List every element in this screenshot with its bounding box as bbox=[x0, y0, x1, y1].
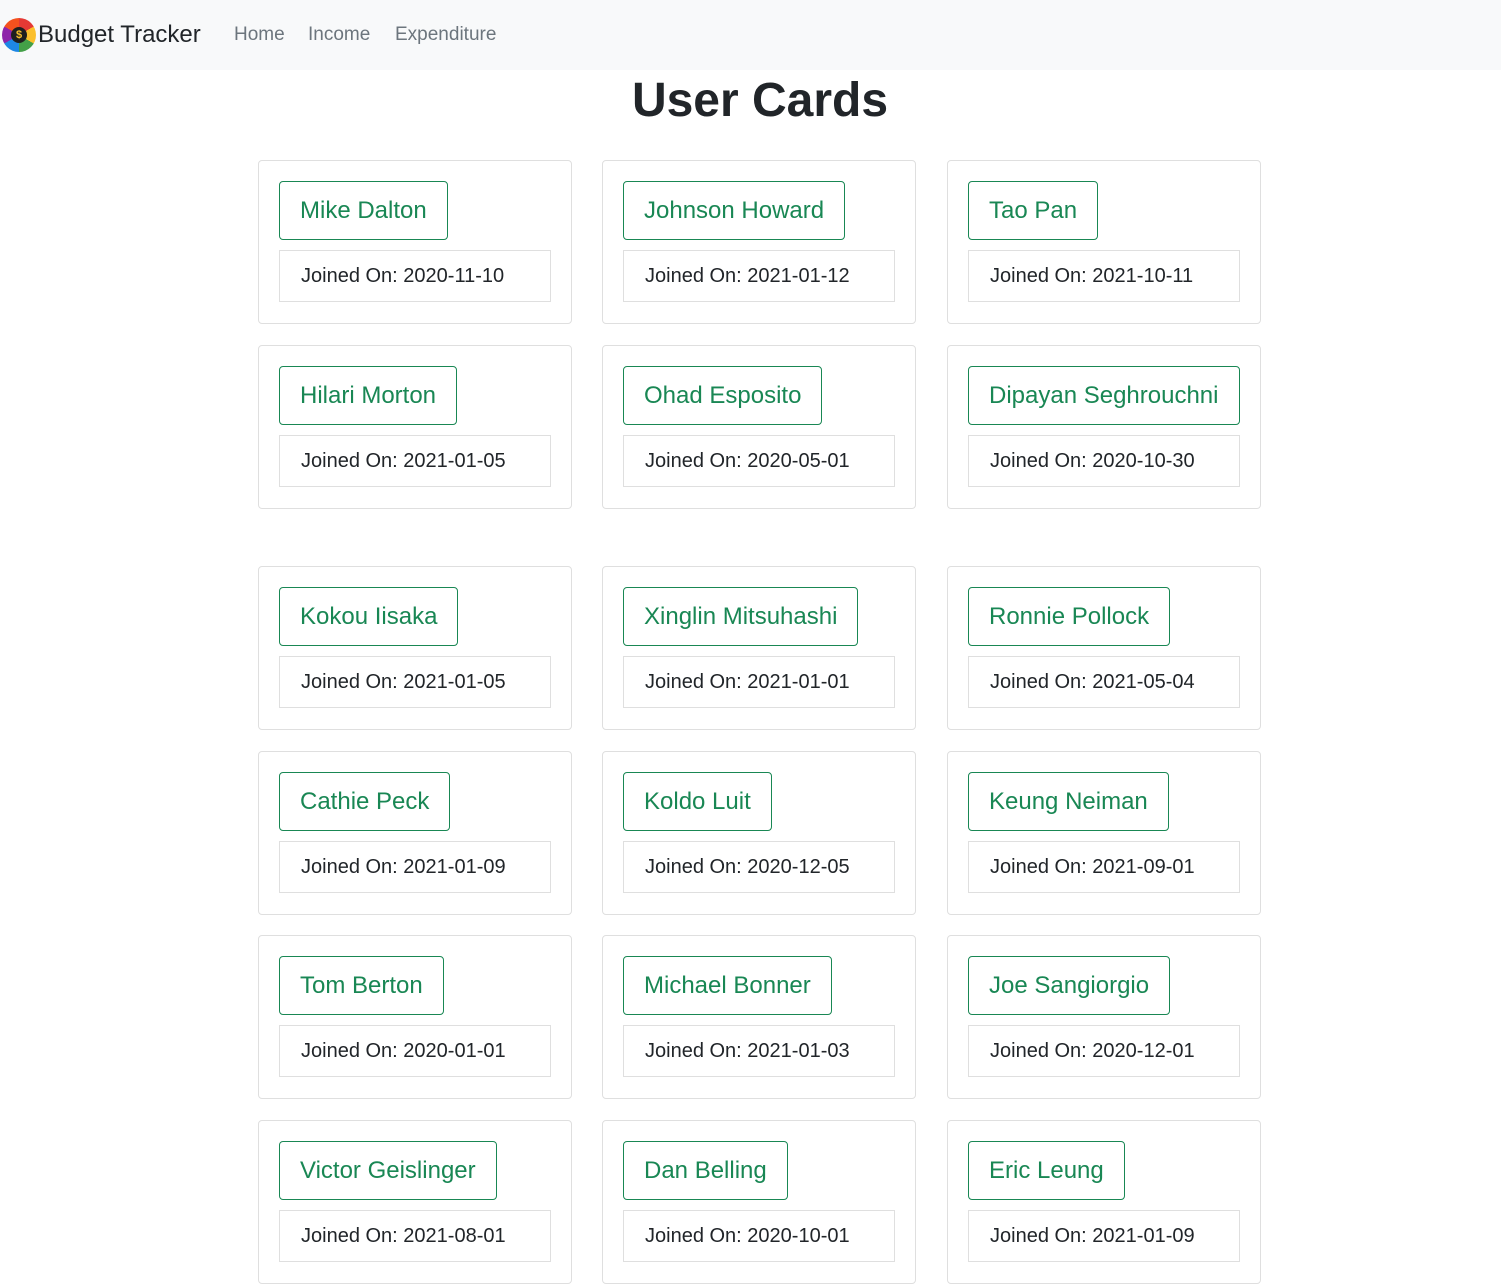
joined-date-value: 2021-01-05 bbox=[403, 671, 506, 693]
joined-date-value: 2020-05-01 bbox=[747, 450, 850, 472]
user-name-button[interactable]: Ronnie Pollock bbox=[968, 587, 1171, 646]
joined-label: Joined On: bbox=[990, 856, 1093, 878]
joined-label: Joined On: bbox=[645, 671, 748, 693]
joined-date: Joined On: 2020-12-05 bbox=[623, 841, 895, 893]
user-name-button[interactable]: Hilari Morton bbox=[279, 366, 458, 425]
joined-date-value: 2021-01-09 bbox=[403, 856, 506, 878]
joined-label: Joined On: bbox=[990, 671, 1093, 693]
user-name-button[interactable]: Johnson Howard bbox=[623, 181, 846, 240]
user-card: Joe Sangiorgio Joined On: 2020-12-01 bbox=[947, 935, 1261, 1099]
joined-date-value: 2021-01-09 bbox=[1092, 1225, 1195, 1247]
joined-label: Joined On: bbox=[645, 1225, 748, 1247]
brand-name: Budget Tracker bbox=[38, 21, 201, 48]
joined-label: Joined On: bbox=[301, 1040, 404, 1062]
nav-link-expenditure[interactable]: Expenditure bbox=[395, 22, 496, 48]
user-name-button[interactable]: Cathie Peck bbox=[279, 772, 451, 831]
user-card: Ronnie Pollock Joined On: 2021-05-04 bbox=[947, 566, 1261, 730]
user-name-button[interactable]: Tom Berton bbox=[279, 956, 444, 1015]
joined-date: Joined On: 2021-01-01 bbox=[623, 656, 895, 708]
joined-label: Joined On: bbox=[645, 450, 748, 472]
user-name-button[interactable]: Eric Leung bbox=[968, 1141, 1125, 1200]
user-name-button[interactable]: Joe Sangiorgio bbox=[968, 956, 1171, 1015]
user-card: Victor Geislinger Joined On: 2021-08-01 bbox=[258, 1120, 572, 1284]
user-name-button[interactable]: Mike Dalton bbox=[279, 181, 448, 240]
joined-date-value: 2021-01-03 bbox=[747, 1040, 850, 1062]
joined-date: Joined On: 2021-01-03 bbox=[623, 1025, 895, 1077]
joined-date: Joined On: 2021-01-05 bbox=[279, 656, 551, 708]
user-card: Cathie Peck Joined On: 2021-01-09 bbox=[258, 751, 572, 915]
joined-date-value: 2020-12-05 bbox=[747, 856, 850, 878]
user-name-button[interactable]: Keung Neiman bbox=[968, 772, 1169, 831]
joined-date: Joined On: 2020-12-01 bbox=[968, 1025, 1240, 1077]
user-card: Xinglin Mitsuhashi Joined On: 2021-01-01 bbox=[602, 566, 916, 730]
user-name-button[interactable]: Xinglin Mitsuhashi bbox=[623, 587, 859, 646]
joined-label: Joined On: bbox=[990, 265, 1093, 287]
joined-date-value: 2021-09-01 bbox=[1092, 856, 1195, 878]
joined-date-value: 2021-10-11 bbox=[1092, 265, 1194, 287]
user-card: Tao Pan Joined On: 2021-10-11 bbox=[947, 160, 1261, 324]
dollar-icon: $ bbox=[11, 27, 27, 43]
joined-date: Joined On: 2020-11-10 bbox=[279, 250, 551, 302]
user-name-button[interactable]: Koldo Luit bbox=[623, 772, 772, 831]
joined-label: Joined On: bbox=[301, 450, 404, 472]
budget-logo-icon: $ bbox=[2, 18, 36, 52]
user-name-button[interactable]: Kokou Iisaka bbox=[279, 587, 459, 646]
joined-date: Joined On: 2021-05-04 bbox=[968, 656, 1240, 708]
user-card: Koldo Luit Joined On: 2020-12-05 bbox=[602, 751, 916, 915]
joined-date: Joined On: 2020-10-30 bbox=[968, 435, 1240, 487]
joined-label: Joined On: bbox=[990, 450, 1093, 472]
user-name-button[interactable]: Dan Belling bbox=[623, 1141, 788, 1200]
joined-date: Joined On: 2021-01-09 bbox=[279, 841, 551, 893]
joined-date: Joined On: 2021-01-09 bbox=[968, 1210, 1240, 1262]
joined-date: Joined On: 2020-05-01 bbox=[623, 435, 895, 487]
navbar: $ Budget Tracker Home Income Expenditure bbox=[0, 0, 1501, 70]
nav-link-home[interactable]: Home bbox=[234, 22, 285, 48]
user-card: Dan Belling Joined On: 2020-10-01 bbox=[602, 1120, 916, 1284]
joined-date-value: 2021-01-01 bbox=[747, 671, 850, 693]
joined-label: Joined On: bbox=[301, 1225, 404, 1247]
brand-link[interactable]: $ Budget Tracker bbox=[2, 17, 201, 53]
user-name-button[interactable]: Dipayan Seghrouchni bbox=[968, 366, 1240, 425]
user-card: Mike Dalton Joined On: 2020-11-10 bbox=[258, 160, 572, 324]
joined-date: Joined On: 2021-01-12 bbox=[623, 250, 895, 302]
joined-date-value: 2021-01-12 bbox=[747, 265, 850, 287]
user-name-button[interactable]: Ohad Esposito bbox=[623, 366, 823, 425]
joined-label: Joined On: bbox=[301, 265, 404, 287]
joined-label: Joined On: bbox=[645, 1040, 748, 1062]
user-name-button[interactable]: Tao Pan bbox=[968, 181, 1099, 240]
joined-label: Joined On: bbox=[645, 265, 748, 287]
user-card: Tom Berton Joined On: 2020-01-01 bbox=[258, 935, 572, 1099]
user-card: Keung Neiman Joined On: 2021-09-01 bbox=[947, 751, 1261, 915]
joined-label: Joined On: bbox=[990, 1040, 1093, 1062]
joined-date-value: 2020-01-01 bbox=[403, 1040, 506, 1062]
user-name-button[interactable]: Michael Bonner bbox=[623, 956, 832, 1015]
joined-date: Joined On: 2021-08-01 bbox=[279, 1210, 551, 1262]
user-card: Johnson Howard Joined On: 2021-01-12 bbox=[602, 160, 916, 324]
joined-date: Joined On: 2020-10-01 bbox=[623, 1210, 895, 1262]
user-card: Ohad Esposito Joined On: 2020-05-01 bbox=[602, 345, 916, 509]
nav-link-income[interactable]: Income bbox=[308, 22, 370, 48]
joined-date-value: 2021-01-05 bbox=[403, 450, 506, 472]
joined-date-value: 2020-10-30 bbox=[1092, 450, 1195, 472]
joined-date: Joined On: 2021-10-11 bbox=[968, 250, 1240, 302]
joined-date-value: 2020-10-01 bbox=[747, 1225, 850, 1247]
user-name-button[interactable]: Victor Geislinger bbox=[279, 1141, 497, 1200]
joined-label: Joined On: bbox=[301, 671, 404, 693]
joined-date-value: 2021-08-01 bbox=[403, 1225, 506, 1247]
page-title: User Cards bbox=[631, 74, 889, 127]
joined-date-value: 2021-05-04 bbox=[1092, 671, 1195, 693]
joined-date: Joined On: 2021-01-05 bbox=[279, 435, 551, 487]
joined-date: Joined On: 2021-09-01 bbox=[968, 841, 1240, 893]
joined-date: Joined On: 2020-01-01 bbox=[279, 1025, 551, 1077]
user-card: Dipayan Seghrouchni Joined On: 2020-10-30 bbox=[947, 345, 1261, 509]
joined-label: Joined On: bbox=[645, 856, 748, 878]
joined-date-value: 2020-12-01 bbox=[1092, 1040, 1195, 1062]
user-card: Hilari Morton Joined On: 2021-01-05 bbox=[258, 345, 572, 509]
joined-label: Joined On: bbox=[301, 856, 404, 878]
user-card: Eric Leung Joined On: 2021-01-09 bbox=[947, 1120, 1261, 1284]
user-card: Kokou Iisaka Joined On: 2021-01-05 bbox=[258, 566, 572, 730]
user-card: Michael Bonner Joined On: 2021-01-03 bbox=[602, 935, 916, 1099]
joined-date-value: 2020-11-10 bbox=[403, 265, 505, 287]
joined-label: Joined On: bbox=[990, 1225, 1093, 1247]
